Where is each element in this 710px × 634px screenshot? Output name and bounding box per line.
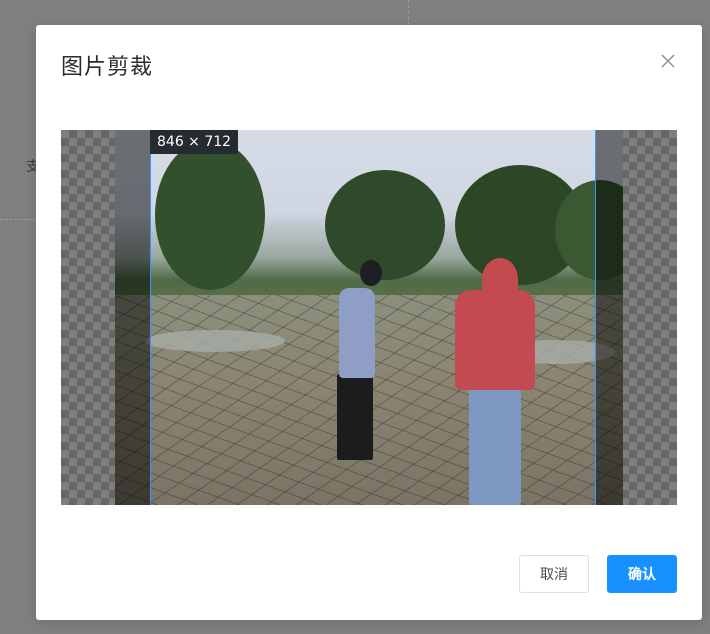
crop-dialog: 图片剪裁 846 × 712 取消 确认 (36, 25, 702, 620)
confirm-button[interactable]: 确认 (607, 555, 677, 593)
dialog-title: 图片剪裁 (61, 55, 154, 80)
backdrop-divider (0, 219, 36, 220)
backdrop-divider (408, 0, 409, 25)
crop-canvas[interactable]: 846 × 712 (61, 130, 677, 505)
close-button[interactable] (660, 53, 676, 69)
crop-mask-left (61, 130, 150, 505)
cancel-button[interactable]: 取消 (519, 555, 589, 593)
close-icon (661, 54, 675, 68)
crop-mask-right (595, 130, 677, 505)
crop-selection-box[interactable] (150, 130, 596, 505)
crop-size-badge: 846 × 712 (150, 130, 239, 154)
